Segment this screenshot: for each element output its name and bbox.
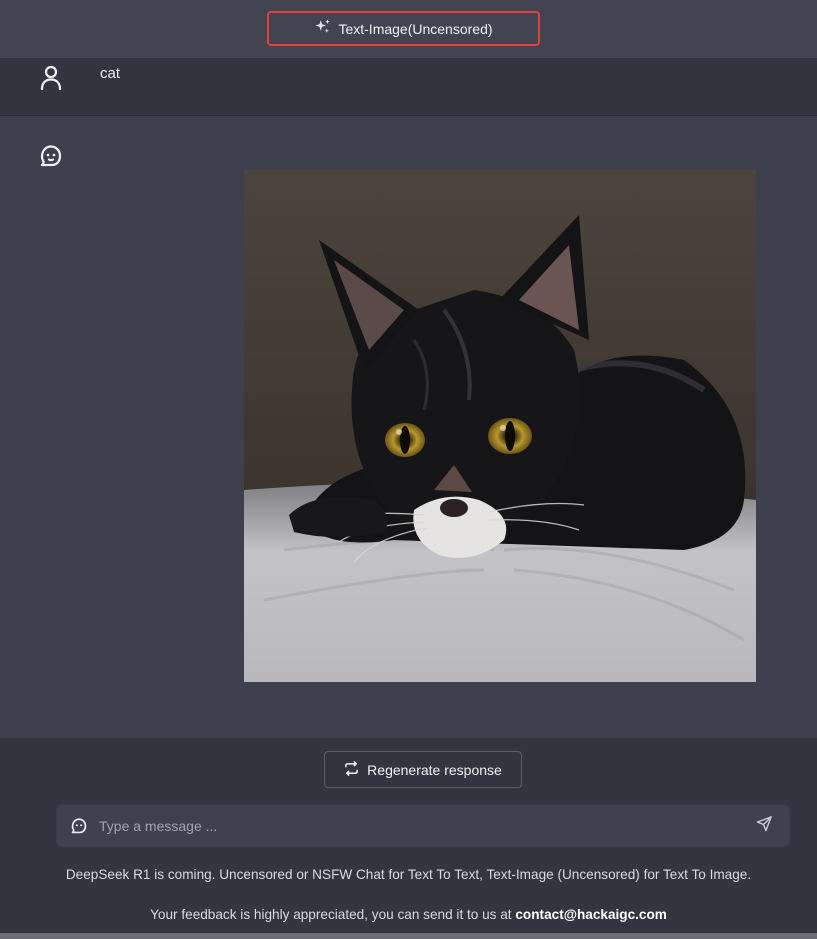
composer-panel: Regenerate response DeepSeek R1 is comin… xyxy=(0,738,817,939)
regenerate-button[interactable]: Regenerate response xyxy=(324,751,522,788)
refresh-icon xyxy=(344,760,359,779)
message-composer xyxy=(56,804,790,847)
model-label: Text-Image(Uncensored) xyxy=(338,20,493,37)
message-input[interactable] xyxy=(97,805,745,846)
sparkles-icon xyxy=(314,18,332,39)
regenerate-label: Regenerate response xyxy=(367,761,502,778)
feedback-text: Your feedback is highly appreciated, you… xyxy=(0,907,817,922)
user-message-text: cat xyxy=(100,65,121,82)
user-message-row: cat xyxy=(0,58,817,116)
send-icon xyxy=(756,815,773,837)
top-bar: Text-Image(Uncensored) xyxy=(0,0,817,58)
ghost-bot-icon xyxy=(37,142,65,170)
ghost-bot-icon xyxy=(69,816,89,836)
notice-text: DeepSeek R1 is coming. Uncensored or NSF… xyxy=(65,867,752,882)
model-selector[interactable]: Text-Image(Uncensored) xyxy=(267,11,540,46)
feedback-prefix: Your feedback is highly appreciated, you… xyxy=(150,907,512,922)
window-bottom-strip xyxy=(0,933,817,939)
generated-cat-image[interactable] xyxy=(244,170,756,682)
user-icon xyxy=(38,64,64,91)
feedback-email-link[interactable]: contact@hackaigc.com xyxy=(515,907,667,922)
send-button[interactable] xyxy=(745,807,783,845)
assistant-message-row xyxy=(0,116,817,738)
